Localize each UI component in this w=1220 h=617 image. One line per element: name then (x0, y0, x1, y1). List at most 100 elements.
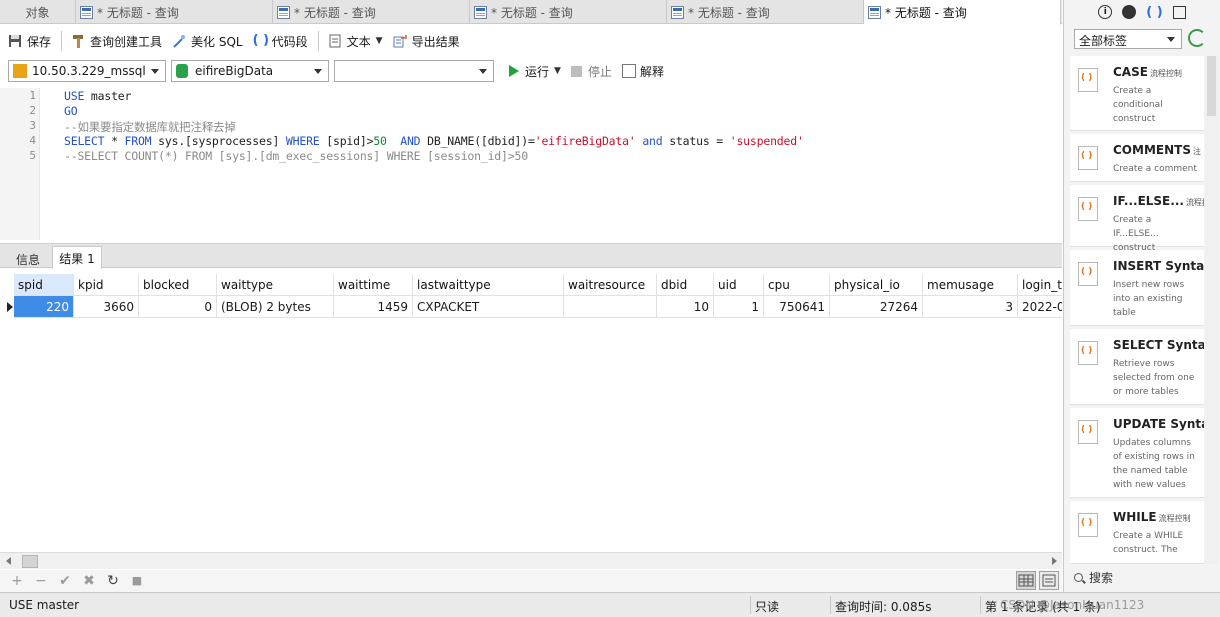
add-record-button[interactable]: + (8, 573, 26, 589)
export-results-button[interactable]: 导出结果 (393, 29, 460, 53)
column-header[interactable]: uid (714, 274, 764, 296)
snippet-title: UPDATE Syntax (1113, 417, 1204, 431)
cell-cpu[interactable]: 750641 (764, 296, 830, 318)
grid-view-icon[interactable] (1016, 571, 1036, 590)
cell-dbid[interactable]: 10 (657, 296, 714, 318)
cell-kpid[interactable]: 3660 (74, 296, 139, 318)
discard-changes-button[interactable]: ✖ (80, 573, 98, 589)
refresh-button[interactable]: ↻ (104, 573, 122, 589)
snippet-insert[interactable]: INSERT Syntax Insert new rows into an ex… (1070, 250, 1204, 326)
tab-query-4[interactable]: * 无标题 - 查询 (667, 0, 864, 24)
chevron-down-icon (314, 69, 322, 74)
run-button[interactable]: 运行 ▼ (509, 63, 561, 80)
query-builder-button[interactable]: 查询创建工具 (71, 29, 162, 53)
snippet-title: IF...ELSE...流程控 (1113, 194, 1204, 208)
column-header[interactable]: spid (14, 274, 74, 296)
column-header[interactable]: cpu (764, 274, 830, 296)
snippet-while[interactable]: WHILE流程控制 Create a WHILE construct. The (1070, 501, 1204, 564)
chevron-down-icon (479, 69, 487, 74)
snippet-search[interactable]: 搜索 (1070, 566, 1204, 588)
cell-physical-io[interactable]: 27264 (830, 296, 923, 318)
cell-spid[interactable]: 220 (14, 296, 74, 318)
eye-icon[interactable] (1122, 5, 1137, 19)
column-header[interactable]: kpid (74, 274, 139, 296)
database-select[interactable]: eifireBigData (171, 60, 329, 82)
delete-record-button[interactable]: − (32, 573, 50, 589)
text-menu-button[interactable]: 文本 ▼ (328, 29, 383, 53)
parentheses-icon[interactable]: ( ) (1146, 5, 1162, 20)
apply-changes-button[interactable]: ✔ (56, 573, 74, 589)
chevron-down-icon (151, 69, 159, 74)
scrollbar-thumb[interactable] (22, 555, 38, 568)
beautify-sql-button[interactable]: 美化 SQL (172, 29, 243, 53)
column-header[interactable]: waitresource (564, 274, 657, 296)
scroll-right-icon[interactable] (1052, 557, 1057, 565)
server-select[interactable]: 10.50.3.229_mssql (8, 60, 166, 82)
result-grid[interactable]: spid kpid blocked waittype waittime last… (0, 270, 1062, 552)
explain-label: 解释 (639, 64, 664, 79)
column-header[interactable]: lastwaittype (413, 274, 564, 296)
query-icon (277, 5, 290, 19)
result-tabs: 信息 结果 1 (0, 243, 1062, 270)
tab-objects[interactable]: 对象 (0, 0, 76, 24)
query-toolbar: 保存 查询创建工具 美化 SQL ( ) 代码段 文本 ▼ 导出结果 (0, 27, 1062, 55)
horizontal-scrollbar[interactable] (0, 552, 1062, 569)
query-icon (671, 5, 684, 19)
stop-button[interactable]: 停止 (570, 63, 612, 80)
tab-query-1[interactable]: * 无标题 - 查询 (76, 0, 273, 24)
hammer-icon (71, 34, 85, 48)
column-header[interactable]: blocked (139, 274, 217, 296)
grid-header: spid kpid blocked waittype waittime last… (0, 274, 1062, 296)
schema-select[interactable] (334, 60, 494, 82)
table-row[interactable]: 220 3660 0 (BLOB) 2 bytes 1459 CXPACKET … (0, 296, 1062, 318)
layout-icon[interactable] (1172, 5, 1186, 19)
text-menu-label: 文本 (346, 34, 371, 49)
snippet-update[interactable]: UPDATE Syntax Updates columns of existin… (1070, 408, 1204, 498)
cell-memusage[interactable]: 3 (923, 296, 1018, 318)
cell-lastwaittype[interactable]: CXPACKET (413, 296, 564, 318)
scroll-left-icon[interactable] (6, 557, 11, 565)
cell-login-time[interactable]: 2022-0 (1018, 296, 1062, 318)
snippet-select[interactable]: SELECT Syntax Retrieve rows selected fro… (1070, 329, 1204, 405)
column-header[interactable]: physical_io (830, 274, 923, 296)
snippet-title: COMMENTS 注 (1113, 143, 1201, 157)
magic-wand-icon (172, 34, 186, 48)
snippet-case[interactable]: CASE流程控制 Create a conditional construct (1070, 56, 1204, 131)
stop-fetch-button[interactable]: ■ (128, 573, 146, 589)
stop-icon (570, 65, 582, 77)
tab-query-2[interactable]: * 无标题 - 查询 (273, 0, 470, 24)
cell-waittime[interactable]: 1459 (334, 296, 413, 318)
form-view-icon[interactable] (1039, 571, 1059, 590)
code-snippet-button[interactable]: ( ) 代码段 (253, 29, 308, 53)
column-header[interactable]: memusage (923, 274, 1018, 296)
refresh-icon[interactable] (1188, 29, 1206, 47)
status-divider (830, 596, 831, 614)
explain-button[interactable]: 解释 (621, 63, 664, 80)
info-icon[interactable]: i (1098, 5, 1113, 19)
tab-info[interactable]: 信息 (6, 248, 50, 270)
status-readonly: 只读 (755, 600, 780, 614)
cell-blocked[interactable]: 0 (139, 296, 217, 318)
tag-filter-select[interactable]: 全部标签 (1074, 29, 1182, 49)
scrollbar-thumb[interactable] (1207, 56, 1216, 116)
snippet-list[interactable]: CASE流程控制 Create a conditional construct … (1070, 56, 1204, 564)
line-number: 5 (29, 149, 36, 162)
tab-query-5-active[interactable]: * 无标题 - 查询 (864, 0, 1061, 25)
tab-query-3[interactable]: * 无标题 - 查询 (470, 0, 667, 24)
parentheses-icon: ( ) (252, 33, 270, 48)
tab-label: * 无标题 - 查询 (688, 5, 770, 20)
cell-waittype[interactable]: (BLOB) 2 bytes (217, 296, 334, 318)
chevron-down-icon: ▼ (554, 66, 561, 76)
cell-waitresource[interactable] (564, 296, 657, 318)
cell-uid[interactable]: 1 (714, 296, 764, 318)
column-header[interactable]: waittime (334, 274, 413, 296)
column-header[interactable]: dbid (657, 274, 714, 296)
snippet-comments[interactable]: COMMENTS注 Create a comment (1070, 134, 1204, 182)
sql-editor[interactable]: 1 2 3 4 5 USE master GO --如果要指定数据库就把注释去掉… (0, 88, 1062, 240)
column-header[interactable]: login_ti (1018, 274, 1062, 296)
snippet-scrollbar[interactable] (1205, 56, 1218, 564)
tab-result-1[interactable]: 结果 1 (52, 246, 102, 269)
save-button[interactable]: 保存 (8, 29, 51, 53)
snippet-if-else[interactable]: IF...ELSE...流程控 Create a IF...ELSE... co… (1070, 185, 1204, 253)
column-header[interactable]: waittype (217, 274, 334, 296)
